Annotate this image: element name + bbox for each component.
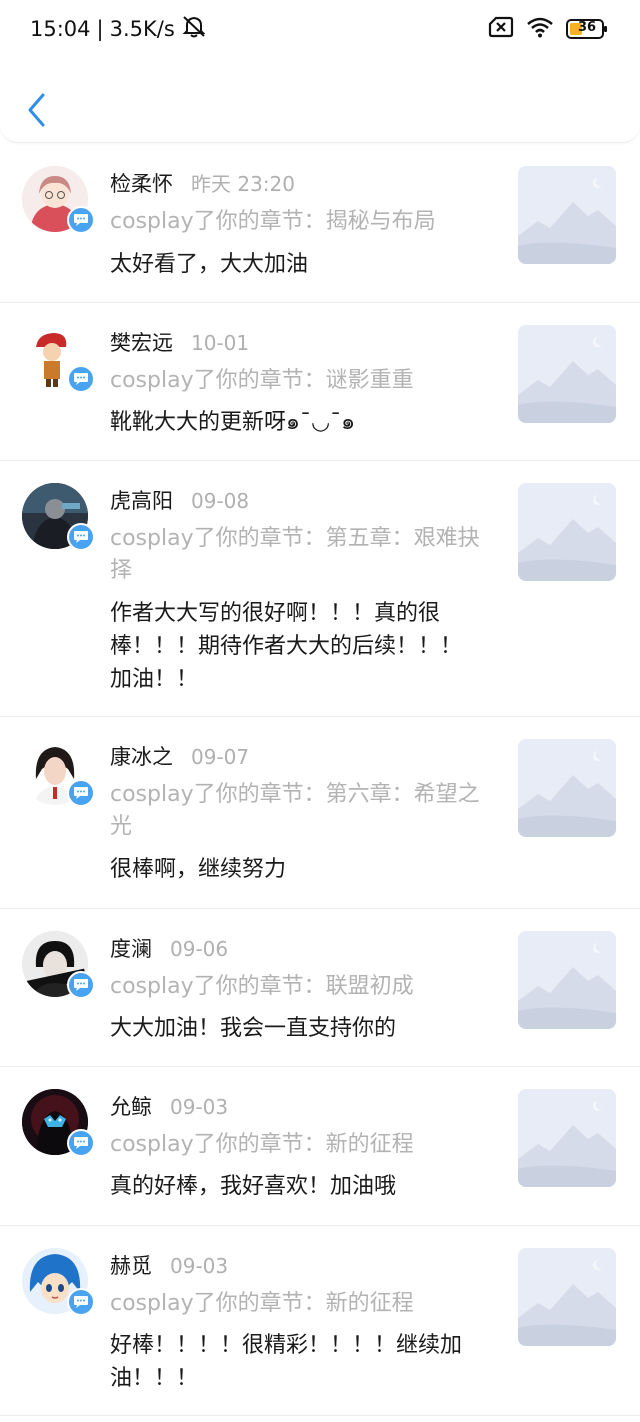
chapter-reference[interactable]: cosplay了你的章节：新的征程 (110, 1129, 480, 1161)
list-item[interactable]: 樊宏远 10-01 cosplay了你的章节：谜影重重 靴靴大大的更新呀๑¯◡¯… (0, 303, 640, 461)
comment-text: 作者大大写的很好啊！！！真的很棒！！！期待作者大大的后续！！！加油！！ (110, 601, 463, 692)
list-item[interactable]: 度澜 09-06 cosplay了你的章节：联盟初成 大大加油！我会一直支持你的 (0, 909, 640, 1067)
list-item[interactable]: 检柔怀 昨天 23:20 cosplay了你的章节：揭秘与布局 太好看了，大大加… (0, 144, 640, 303)
chapter-reference[interactable]: cosplay了你的章节：联盟初成 (110, 971, 480, 1003)
list-item[interactable]: 虎高阳 09-08 cosplay了你的章节：第五章：艰难抉择 作者大大写的很好… (0, 461, 640, 717)
list-item[interactable]: 赫觅 09-03 cosplay了你的章节：新的征程 好棒！！！！很精彩！！！！… (0, 1226, 640, 1416)
comment-text: 太好看了，大大加油 (110, 252, 309, 277)
chapter-thumbnail[interactable] (518, 166, 616, 264)
comment-badge-icon (67, 365, 95, 393)
comment-text: 真的好棒，我好喜欢！加油哦 (110, 1174, 397, 1199)
comment-text: 靴靴大大的更新呀๑¯◡¯๑ (110, 410, 356, 435)
list-item[interactable]: 允鲸 09-03 cosplay了你的章节：新的征程 真的好棒，我好喜欢！加油哦 (0, 1067, 640, 1226)
user-name[interactable]: 度澜 (110, 933, 152, 963)
user-name[interactable]: 检柔怀 (110, 168, 173, 198)
comment-badge-icon (67, 779, 95, 807)
wifi-icon (526, 16, 554, 42)
status-time: 15:04 (30, 16, 91, 41)
chapter-reference[interactable]: cosplay了你的章节：第六章：希望之光 (110, 779, 480, 843)
user-name[interactable]: 虎高阳 (110, 485, 173, 515)
comment-badge-icon (67, 971, 95, 999)
comment-time: 09-03 (170, 1254, 229, 1278)
chapter-reference[interactable]: cosplay了你的章节：第五章：艰难抉择 (110, 523, 480, 587)
battery-icon: 36 (566, 18, 608, 40)
list-item[interactable]: 康冰之 09-07 cosplay了你的章节：第六章：希望之光 很棒啊，继续努力 (0, 717, 640, 909)
comment-time: 昨天 23:20 (191, 172, 295, 196)
chapter-thumbnail[interactable] (518, 1089, 616, 1187)
chapter-reference[interactable]: cosplay了你的章节：谜影重重 (110, 365, 480, 397)
comment-time: 09-08 (191, 489, 250, 513)
status-separator: | (96, 16, 104, 41)
comment-badge-icon (67, 1129, 95, 1157)
comment-badge-icon (67, 206, 95, 234)
status-bar: 15:04 | 3.5K/s 36 (0, 0, 640, 60)
chapter-reference[interactable]: cosplay了你的章节：新的征程 (110, 1288, 480, 1320)
comment-time: 09-07 (191, 745, 250, 769)
comment-badge-icon (67, 1288, 95, 1316)
chapter-thumbnail[interactable] (518, 325, 616, 423)
network-speed: 3.5K/s (109, 16, 175, 41)
mute-icon (181, 14, 207, 43)
comment-time: 09-03 (170, 1095, 229, 1119)
user-name[interactable]: 赫觅 (110, 1250, 152, 1280)
comment-list: 检柔怀 昨天 23:20 cosplay了你的章节：揭秘与布局 太好看了，大大加… (0, 144, 640, 1416)
comment-text: 大大加油！我会一直支持你的 (110, 1016, 397, 1041)
comment-text: 好棒！！！！很精彩！！！！继续加油！！！ (110, 1333, 463, 1391)
chapter-reference[interactable]: cosplay了你的章节：揭秘与布局 (110, 206, 480, 238)
back-button[interactable] (20, 90, 52, 130)
comment-badge-icon (67, 523, 95, 551)
comment-time: 10-01 (191, 331, 250, 355)
comment-time: 09-06 (170, 937, 229, 961)
chevron-left-icon (28, 93, 45, 127)
chapter-thumbnail[interactable] (518, 931, 616, 1029)
user-name[interactable]: 允鲸 (110, 1091, 152, 1121)
user-name[interactable]: 樊宏远 (110, 327, 173, 357)
sim-off-icon (488, 16, 514, 42)
chapter-thumbnail[interactable] (518, 739, 616, 837)
battery-level: 36 (578, 20, 597, 35)
chapter-thumbnail[interactable] (518, 1248, 616, 1346)
top-header: 15:04 | 3.5K/s 36 (0, 0, 640, 143)
chapter-thumbnail[interactable] (518, 483, 616, 581)
comment-text: 很棒啊，继续努力 (110, 857, 287, 882)
user-name[interactable]: 康冰之 (110, 741, 173, 771)
